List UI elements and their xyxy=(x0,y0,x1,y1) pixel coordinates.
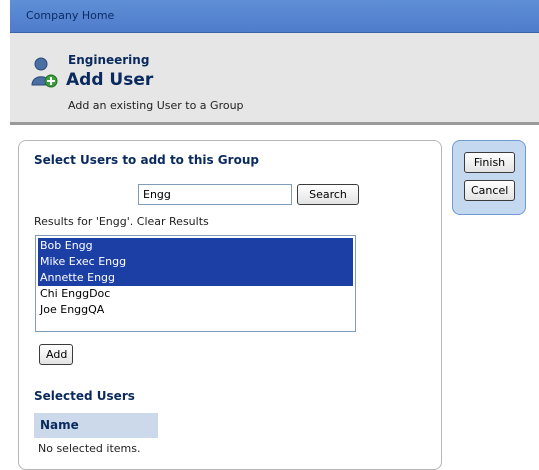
user-search-input[interactable] xyxy=(138,184,292,205)
result-option[interactable]: Annette Engg xyxy=(38,270,353,286)
select-users-heading: Select Users to add to this Group xyxy=(34,153,259,167)
selected-users-table: Name No selected items. xyxy=(34,413,158,460)
finish-button[interactable]: Finish xyxy=(464,152,515,173)
result-option[interactable]: Bob Engg xyxy=(38,238,353,254)
select-users-panel: Select Users to add to this Group Search… xyxy=(18,140,442,470)
window-left-edge xyxy=(0,0,10,463)
result-option[interactable]: Joe EnggQA xyxy=(38,302,353,318)
selected-users-heading: Selected Users xyxy=(34,389,135,403)
page-header: Engineering Add User Add an existing Use… xyxy=(10,33,539,125)
user-add-icon xyxy=(31,57,58,88)
empty-table-message: No selected items. xyxy=(38,442,141,455)
dialog-actions-panel: Finish Cancel xyxy=(452,140,526,215)
top-navigation-bar: Company Home xyxy=(10,0,539,33)
page-title: Add User xyxy=(66,70,154,90)
group-context-label: Engineering xyxy=(68,53,150,67)
result-option[interactable]: Chi EnggDoc xyxy=(38,286,353,302)
page-subtitle: Add an existing User to a Group xyxy=(68,99,244,112)
cancel-button[interactable]: Cancel xyxy=(464,180,515,201)
breadcrumb-company-home[interactable]: Company Home xyxy=(26,9,114,22)
name-column-header[interactable]: Name xyxy=(34,413,158,438)
add-button[interactable]: Add xyxy=(39,344,73,365)
result-option[interactable]: Mike Exec Engg xyxy=(38,254,353,270)
results-label: Results for 'Engg'. Clear Results xyxy=(34,215,209,228)
search-button[interactable]: Search xyxy=(297,184,359,205)
search-results-listbox[interactable]: Bob Engg Mike Exec Engg Annette Engg Chi… xyxy=(35,235,356,332)
